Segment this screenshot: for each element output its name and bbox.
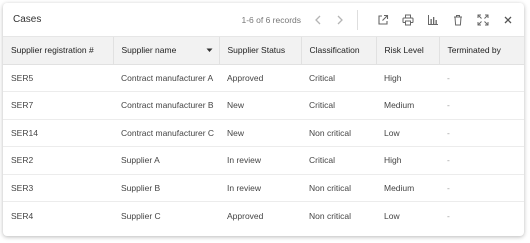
table-header-row: Supplier registration # Supplier name Su… [3,37,524,65]
cell-terminated-by: - [439,119,524,147]
cell-risk-level: Low [384,210,400,221]
cell-classification: Critical [301,146,376,175]
print-icon [402,14,414,25]
expand-button[interactable] [475,12,491,28]
bar-chart-icon [428,14,438,25]
cell-registration: SER14 [3,119,113,147]
cell-classification: Critical [301,64,376,92]
column-header-registration[interactable]: Supplier registration # [3,37,114,65]
chevron-right-icon [337,15,343,24]
cell-supplier-status: In review [219,146,301,175]
cell-supplier-name: Contract manufacturer B [113,91,219,120]
cell-risk-level: Low [376,119,439,147]
close-icon [504,16,512,23]
table-row[interactable]: SER2 Supplier A In review Critical High … [3,146,524,175]
cell-registration: SER7 [3,91,113,120]
cell-supplier-status: Approved [227,210,264,221]
print-button[interactable] [400,12,416,28]
cell-terminated-by: - [439,91,524,120]
cell-supplier-name: Supplier B [113,174,219,202]
cell-classification: Non critical [301,174,376,202]
cell-supplier-name: Supplier A [113,146,219,175]
cell-terminated-by: - [439,146,524,175]
cell-supplier-name: Supplier C [121,210,161,221]
cell-registration: SER3 [3,174,113,202]
trash-icon [454,14,462,25]
toolbar-divider [357,9,358,30]
table-row[interactable]: SER7 Contract manufacturer B New Critica… [3,91,524,120]
cell-risk-level: Medium [376,174,439,202]
cell-risk-level: Medium [376,91,439,120]
cell-classification: Non critical [301,119,376,147]
table-row[interactable]: SER4 Supplier C Approved Non critical Lo… [3,202,524,230]
cell-supplier-status: Approved [219,64,301,92]
chevron-left-icon [315,15,321,24]
chart-view-button[interactable] [425,12,441,28]
external-link-icon [378,14,389,25]
column-header-supplier-name[interactable]: Supplier name [113,37,220,65]
cell-risk-level: High [376,146,439,175]
cell-registration: SER2 [3,146,113,175]
cell-supplier-status: New [219,91,301,120]
table-row[interactable]: SER14 Contract manufacturer C New Non cr… [3,119,524,147]
cell-terminated-by: - [447,210,450,221]
chevron-down-icon[interactable] [206,48,213,53]
panel-title: Cases [13,14,42,25]
cell-risk-level: High [376,64,439,92]
delete-button[interactable] [450,12,466,28]
expand-icon [477,14,489,25]
panel-header: Cases 1-6 of 6 records [3,3,524,37]
cell-classification: Critical [301,91,376,120]
table-row[interactable]: SER3 Supplier B In review Non critical M… [3,174,524,202]
cell-registration: SER5 [3,64,113,92]
table-row[interactable]: SER5 Contract manufacturer A Approved Cr… [3,64,524,92]
cell-classification: Non critical [309,210,352,221]
cell-registration: SER4 [11,210,34,221]
column-header-classification[interactable]: Classification [301,37,377,65]
open-external-button[interactable] [375,12,391,28]
cell-supplier-name: Contract manufacturer C [113,119,219,147]
record-count: 1-6 of 6 records [241,14,301,25]
cell-supplier-name: Contract manufacturer A [113,64,219,92]
column-header-supplier-status[interactable]: Supplier Status [219,37,302,65]
cell-supplier-status: New [219,119,301,147]
cases-table: Supplier registration # Supplier name Su… [3,37,524,229]
cases-panel: Cases 1-6 of 6 records Supplier registra… [3,3,524,236]
previous-page-button[interactable] [311,13,325,27]
next-page-button[interactable] [333,13,347,27]
cell-supplier-status: In review [219,174,301,202]
close-button[interactable] [500,12,516,28]
column-header-terminated-by[interactable]: Terminated by [439,37,524,65]
column-header-label: Supplier name [121,45,177,56]
cell-terminated-by: - [439,174,524,202]
cell-terminated-by: - [439,64,524,92]
column-header-risk-level[interactable]: Risk Level [376,37,440,65]
